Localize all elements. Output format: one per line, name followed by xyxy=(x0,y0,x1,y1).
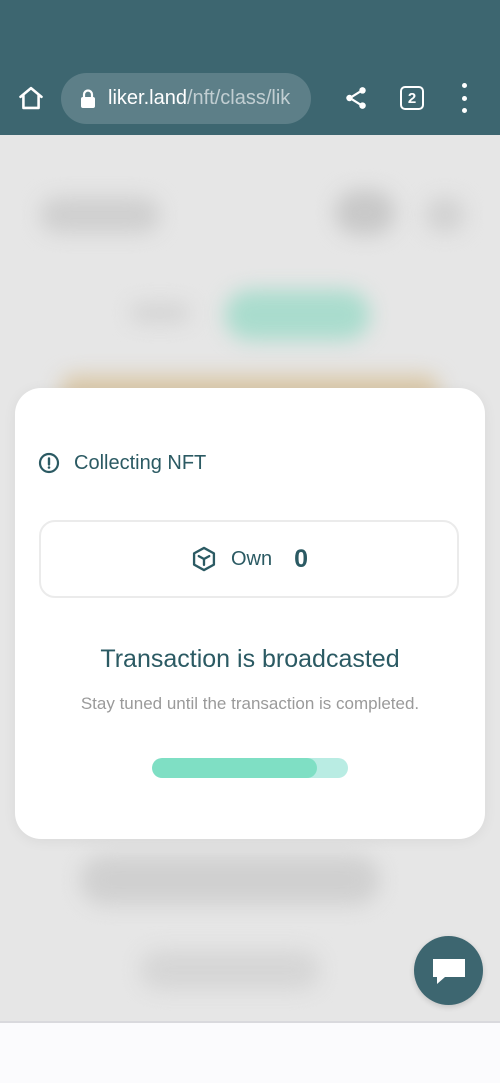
home-button[interactable] xyxy=(13,80,49,116)
own-label: Own xyxy=(230,547,273,570)
chat-button[interactable] xyxy=(414,936,483,1005)
own-count-box: Own 0 xyxy=(39,520,459,598)
url-path: /nft/class/lik xyxy=(186,87,291,109)
dialog-title: Collecting NFT xyxy=(74,451,207,474)
page: liker.land/nft/class/lik 2 Collecting NF… xyxy=(0,0,500,1083)
transaction-status-title: Transaction is broadcasted xyxy=(100,645,400,673)
own-count: 0 xyxy=(294,544,309,573)
collect-nft-dialog: Collecting NFT Own 0 Transaction is broa… xyxy=(15,388,485,839)
home-icon xyxy=(19,86,43,110)
transaction-progress-bar xyxy=(152,758,348,778)
info-icon xyxy=(38,452,60,474)
nft-cube-icon xyxy=(190,545,218,573)
share-icon xyxy=(346,87,366,109)
url-host: liker.land xyxy=(108,87,187,109)
lock-icon xyxy=(80,88,96,109)
more-vert-icon[interactable] xyxy=(452,83,476,113)
url-text: liker.land/nft/class/lik xyxy=(108,87,290,110)
tab-switcher-button[interactable]: 2 xyxy=(400,86,424,110)
share-button[interactable] xyxy=(341,83,371,113)
transaction-status-subtitle: Stay tuned until the transaction is comp… xyxy=(80,694,420,713)
browser-toolbar: liker.land/nft/class/lik 2 xyxy=(0,0,500,135)
url-bar[interactable]: liker.land/nft/class/lik xyxy=(61,73,311,124)
chat-bubble-icon xyxy=(432,958,465,984)
dialog-header: Collecting NFT xyxy=(38,450,206,476)
bottom-bar xyxy=(0,1021,500,1083)
transaction-progress-fill xyxy=(152,758,317,778)
